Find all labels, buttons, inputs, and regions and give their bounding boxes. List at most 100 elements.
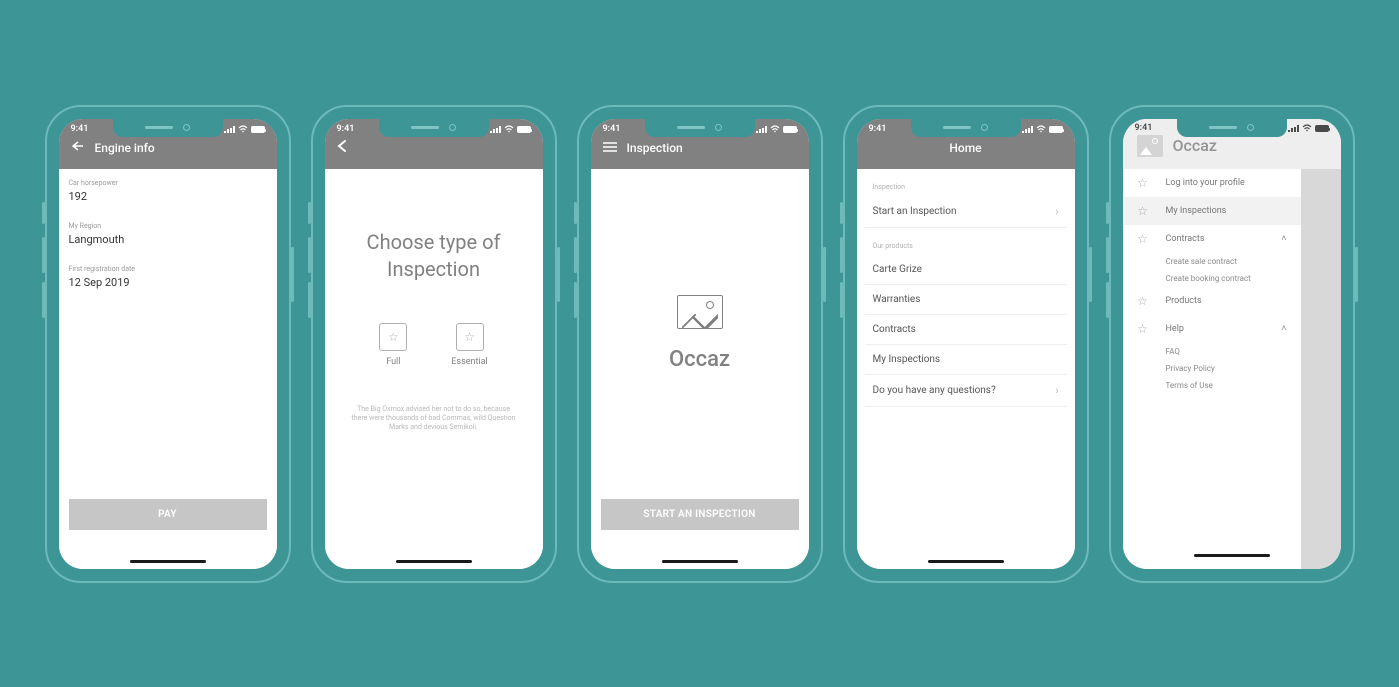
chevron-right-icon: › — [1055, 205, 1058, 218]
drawer-item-products[interactable]: ☆ Products — [1123, 287, 1301, 315]
row-label: Contracts — [873, 324, 916, 335]
star-icon: ☆ — [388, 330, 399, 344]
phone-frame-2: 9:41 Choose type of Inspection ☆ Full ☆ … — [311, 105, 557, 583]
row-label: Warranties — [873, 294, 921, 305]
headline: Choose type of Inspection — [325, 169, 543, 313]
wifi-icon — [238, 125, 248, 133]
brand-name: Occaz — [669, 347, 730, 372]
inspection-type-full[interactable]: ☆ Full — [379, 323, 407, 367]
status-time: 9:41 — [337, 124, 355, 134]
home-indicator[interactable] — [662, 560, 738, 563]
menu-icon[interactable] — [603, 141, 617, 155]
back-icon[interactable] — [71, 140, 85, 155]
battery-icon — [1049, 126, 1063, 133]
row-my-inspections[interactable]: My Inspections — [865, 345, 1067, 375]
brand-logo-icon — [1137, 135, 1163, 157]
row-label: Start an Inspection — [873, 206, 957, 217]
drawer-item-label: Log into your profile — [1166, 178, 1245, 188]
field-value: 12 Sep 2019 — [69, 276, 267, 289]
back-chevron-icon[interactable] — [337, 139, 347, 156]
notch — [1177, 119, 1287, 137]
drawer-item-contracts[interactable]: ☆ Contracts ˄ — [1123, 225, 1301, 253]
star-icon: ☆ — [1137, 294, 1149, 308]
drawer-subitem-booking-contract[interactable]: Create booking contract — [1123, 270, 1301, 287]
drawer-item-help[interactable]: ☆Help˄ — [1123, 315, 1301, 343]
row-questions[interactable]: Do you have any questions? › — [865, 375, 1067, 407]
battery-icon — [251, 126, 265, 133]
field-label: Car horsepower — [69, 179, 267, 187]
wifi-icon — [1302, 124, 1312, 132]
field-value: Langmouth — [69, 233, 267, 246]
image-placeholder-icon — [677, 295, 723, 329]
drawer-scrim[interactable] — [1301, 119, 1341, 569]
home-indicator[interactable] — [396, 560, 472, 563]
notch — [911, 119, 1021, 137]
row-start-inspection[interactable]: Start an Inspection › — [865, 196, 1067, 228]
brand-name: Occaz — [1173, 136, 1217, 155]
section-label: Inspection — [865, 169, 1067, 196]
battery-icon — [1315, 125, 1329, 132]
page-title: Inspection — [627, 141, 683, 155]
drawer-subitem-faq[interactable]: FAQ — [1123, 343, 1301, 360]
app-bar: Engine info — [59, 137, 277, 169]
star-icon: ☆ — [1137, 322, 1149, 336]
start-inspection-button[interactable]: START AN INSPECTION — [601, 499, 799, 530]
drawer-subitem-sale-contract[interactable]: Create sale contract — [1123, 253, 1301, 270]
inspection-type-essential[interactable]: ☆ Essential — [451, 323, 487, 367]
star-icon: ☆ — [1137, 176, 1149, 190]
row-carte-grize[interactable]: Carte Grize — [865, 255, 1067, 285]
row-label: Do you have any questions? — [873, 385, 996, 396]
drawer-item-my-inspections[interactable]: ☆My Inspections — [1123, 197, 1301, 225]
row-label: My Inspections — [873, 354, 941, 365]
signal-icon — [224, 126, 235, 133]
disclaimer-text: The Big Oxmox advised her not to do so, … — [325, 377, 543, 461]
notch — [113, 119, 223, 137]
row-contracts[interactable]: Contracts — [865, 315, 1067, 345]
notch — [645, 119, 755, 137]
drawer-subitem-terms[interactable]: Terms of Use — [1123, 377, 1301, 394]
app-bar: Inspection — [591, 137, 809, 169]
field-horsepower[interactable]: Car horsepower 192 — [59, 169, 277, 212]
battery-icon — [783, 126, 797, 133]
phone-frame-3: 9:41 Inspection Occaz START AN INSPECTIO… — [577, 105, 823, 583]
phone-frame-5: 9:41 Occaz ☆ Log into your profile ☆My In… — [1109, 105, 1355, 583]
status-time: 9:41 — [1135, 123, 1153, 133]
wifi-icon — [504, 125, 514, 133]
chevron-right-icon: › — [1055, 384, 1058, 397]
home-indicator[interactable] — [1194, 554, 1270, 557]
signal-icon — [1022, 126, 1033, 133]
battery-icon — [517, 126, 531, 133]
status-time: 9:41 — [869, 124, 887, 134]
row-warranties[interactable]: Warranties — [865, 285, 1067, 315]
home-indicator[interactable] — [928, 560, 1004, 563]
signal-icon — [1288, 125, 1299, 132]
option-label: Full — [386, 357, 400, 367]
signal-icon — [756, 126, 767, 133]
chevron-up-icon: ˄ — [1281, 323, 1286, 334]
field-label: My Region — [69, 222, 267, 230]
page-title: Home — [949, 141, 981, 155]
star-icon: ☆ — [1137, 232, 1149, 246]
chevron-up-icon: ˄ — [1281, 233, 1286, 244]
field-region[interactable]: My Region Langmouth — [59, 212, 277, 255]
signal-icon — [490, 126, 501, 133]
phone-frame-4: 9:41 Home Inspection Start an Inspection… — [843, 105, 1089, 583]
wifi-icon — [770, 125, 780, 133]
app-bar: Home — [857, 137, 1075, 169]
option-label: Essential — [451, 357, 487, 367]
phone-frame-1: 9:41 Engine info Car horsepower 192 My R… — [45, 105, 291, 583]
section-label: Our products — [865, 228, 1067, 255]
star-icon: ☆ — [464, 330, 475, 344]
drawer-item-login[interactable]: ☆ Log into your profile — [1123, 169, 1301, 197]
drawer-subitem-privacy[interactable]: Privacy Policy — [1123, 360, 1301, 377]
drawer-item-label: Contracts — [1166, 234, 1205, 244]
status-time: 9:41 — [603, 124, 621, 134]
drawer-item-label: Products — [1166, 296, 1202, 306]
row-label: Carte Grize — [873, 264, 922, 275]
home-indicator[interactable] — [130, 560, 206, 563]
drawer-header: Occaz — [1123, 135, 1341, 169]
field-reg-date[interactable]: First registration date 12 Sep 2019 — [59, 255, 277, 298]
star-icon: ☆ — [1137, 204, 1149, 218]
notch — [379, 119, 489, 137]
pay-button[interactable]: PAY — [69, 499, 267, 530]
